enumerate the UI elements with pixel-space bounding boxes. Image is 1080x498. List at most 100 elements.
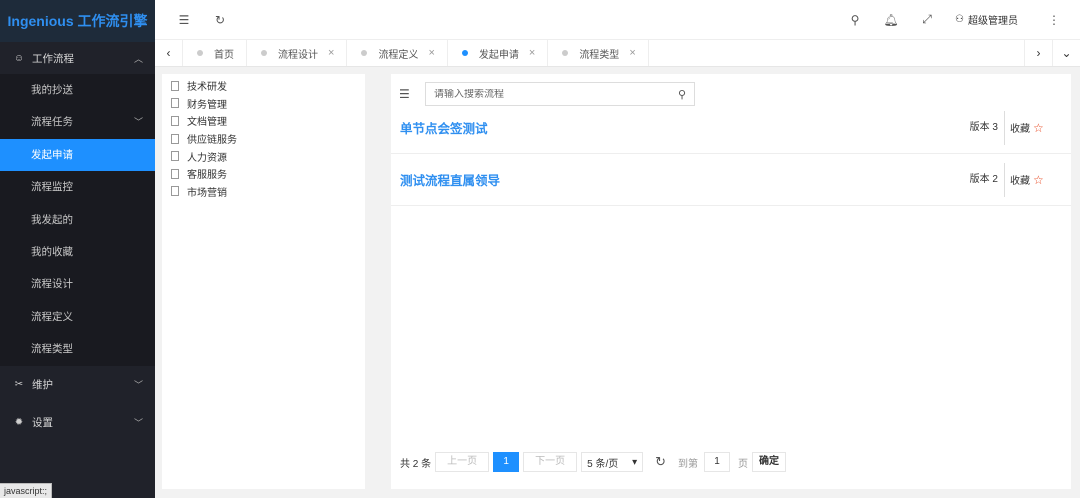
page-tabs: ‹ 首页 流程设计 × 流程定义 × 发起申请 × 流程类型 × › ⌄ [155, 40, 1080, 67]
favorite-button[interactable]: 收藏 ☆ [1005, 120, 1071, 136]
chevron-down-icon: ﹀ [133, 117, 143, 128]
process-row: 测试流程直属领导 版本 2 收藏 ☆ [391, 154, 1071, 206]
sidebar-item-start-application[interactable]: 发起申请 [0, 138, 155, 172]
tab-dot [361, 50, 368, 56]
prev-page-button[interactable]: 上一页 [435, 452, 490, 472]
bell-icon[interactable]: 🔔︎ [873, 13, 909, 27]
user-icon: ⚇ [955, 14, 964, 25]
chevron-up-icon: ︿ [133, 53, 143, 64]
gear-icon: ✹ [14, 417, 24, 429]
next-page-button[interactable]: 下一页 [523, 452, 578, 472]
page-unit-label: 页 [738, 458, 749, 470]
goto-page-input[interactable]: 1 [704, 452, 731, 472]
tree-item[interactable]: 财务管理 [162, 95, 365, 113]
chevron-down-icon: ﹀ [133, 380, 143, 391]
sidebar-group-maintenance[interactable]: ✂ 维护 ﹀ [0, 366, 155, 404]
sidebar-item-label: 发起申请 [31, 148, 73, 161]
current-page-button[interactable]: 1 [493, 452, 520, 472]
sidebar-item-my-cc[interactable]: 我的抄送 [0, 74, 155, 106]
tree-item-label: 财务管理 [187, 99, 227, 111]
goto-confirm-button[interactable]: 确定 [752, 452, 787, 472]
tab-process-definition[interactable]: 流程定义 × [347, 40, 448, 66]
search-icon[interactable]: ⚲ [678, 88, 686, 101]
close-icon[interactable]: × [529, 47, 535, 59]
page-size-select[interactable]: 5 条/页 ▾ [581, 452, 644, 472]
process-version: 版本 3 [925, 110, 1005, 145]
category-tree: 技术研发 财务管理 文档管理 供应链服务 人力资源 客服服务 市场营销 [162, 74, 365, 489]
sidebar-item-process-monitor[interactable]: 流程监控 [0, 171, 155, 203]
tab-dot [562, 50, 569, 56]
tab-home[interactable]: 首页 [183, 40, 247, 66]
tabs-scroll-right-button[interactable]: › [1024, 40, 1052, 66]
close-icon[interactable]: × [629, 47, 635, 59]
chevron-down-icon: ▾ [632, 456, 638, 468]
file-icon [171, 151, 179, 162]
tab-start-application[interactable]: 发起申请 × [448, 40, 549, 66]
tab-label: 首页 [214, 49, 234, 61]
tab-process-type[interactable]: 流程类型 × [548, 40, 649, 66]
page-size-value: 5 条/页 [587, 458, 619, 470]
sidebar-group-label: 工作流程 [32, 52, 74, 65]
sidebar-item-process-design[interactable]: 流程设计 [0, 268, 155, 300]
sidebar-item-process-type[interactable]: 流程类型 [0, 333, 155, 365]
tree-item[interactable]: 文档管理 [162, 112, 365, 130]
refresh-icon[interactable]: ↻ [202, 13, 238, 27]
tab-process-design[interactable]: 流程设计 × [247, 40, 348, 66]
sidebar-item-my-favorites[interactable]: 我的收藏 [0, 236, 155, 268]
sidebar-item-process-definition[interactable]: 流程定义 [0, 301, 155, 333]
star-icon: ☆ [1033, 172, 1044, 187]
list-menu-icon[interactable]: ☰ [399, 87, 419, 101]
sidebar-group-workflow[interactable]: ☺ 工作流程 ︿ [0, 42, 155, 74]
top-header: ☰ ↻ ⚲ 🔔︎ ⤢ ⚇ 超级管理员 ⋮ [155, 0, 1080, 40]
close-icon[interactable]: × [428, 47, 434, 59]
favorite-label: 收藏 [1010, 176, 1030, 187]
search-icon[interactable]: ⚲ [837, 13, 873, 27]
fullscreen-icon[interactable]: ⤢ [909, 12, 945, 27]
user-name: 超级管理员 [968, 16, 1018, 27]
chevron-down-icon: ⌄ [1061, 46, 1072, 60]
tree-item-label: 人力资源 [187, 152, 227, 164]
sidebar-item-label: 流程监控 [31, 181, 73, 194]
tree-item-label: 技术研发 [187, 82, 227, 94]
sidebar-item-my-initiated[interactable]: 我发起的 [0, 204, 155, 236]
tabs-scroll-left-button[interactable]: ‹ [155, 40, 183, 66]
tools-icon: ✂ [14, 379, 24, 391]
chevron-left-icon: ‹ [166, 46, 171, 60]
file-icon [171, 115, 179, 126]
app-logo: Ingenious 工作流引擎 [0, 0, 155, 42]
tree-item-label: 客服服务 [187, 170, 227, 182]
favorite-button[interactable]: 收藏 ☆ [1005, 172, 1071, 188]
file-icon [171, 133, 179, 144]
file-icon [171, 98, 179, 109]
process-row: 单节点会签测试 版本 3 收藏 ☆ [391, 102, 1071, 154]
refresh-icon[interactable]: ↻ [655, 454, 666, 470]
file-icon [171, 80, 179, 91]
pagination: 共 2 条 上一页 1 下一页 5 条/页 ▾ ↻ 到第 1 页 确定 [400, 452, 787, 472]
close-icon[interactable]: × [328, 47, 334, 59]
process-title-link[interactable]: 测试流程直属领导 [391, 170, 925, 189]
sidebar-item-label: 我的抄送 [31, 84, 73, 96]
tree-item[interactable]: 市场营销 [162, 183, 365, 201]
tab-label: 流程类型 [579, 49, 620, 61]
tree-item[interactable]: 客服服务 [162, 165, 365, 183]
menu-fold-icon[interactable]: ☰ [166, 13, 202, 27]
goto-label: 到第 [678, 458, 699, 470]
user-menu[interactable]: ⚇ 超级管理员 [955, 12, 1018, 27]
tree-item-label: 文档管理 [187, 117, 227, 129]
process-title-link[interactable]: 单节点会签测试 [391, 118, 925, 137]
sidebar-group-settings[interactable]: ✹ 设置 ﹀ [0, 404, 155, 442]
sidebar-submenu: 我的抄送 流程任务 ﹀ 发起申请 流程监控 我发起的 我的收藏 流程设计 流程定义… [0, 74, 155, 366]
tree-item[interactable]: 供应链服务 [162, 130, 365, 148]
tree-item-label: 市场营销 [187, 187, 227, 199]
tabs-menu-button[interactable]: ⌄ [1052, 40, 1080, 66]
tree-item-label: 供应链服务 [187, 135, 237, 147]
search-input[interactable] [434, 88, 678, 100]
file-icon [171, 168, 179, 179]
tree-item[interactable]: 技术研发 [162, 77, 365, 95]
tree-item[interactable]: 人力资源 [162, 147, 365, 165]
sidebar-item-process-tasks[interactable]: 流程任务 ﹀ [0, 106, 155, 138]
file-icon [171, 186, 179, 197]
smile-icon: ☺ [13, 52, 25, 64]
more-vertical-icon[interactable]: ⋮ [1036, 13, 1072, 27]
star-icon: ☆ [1033, 120, 1044, 135]
